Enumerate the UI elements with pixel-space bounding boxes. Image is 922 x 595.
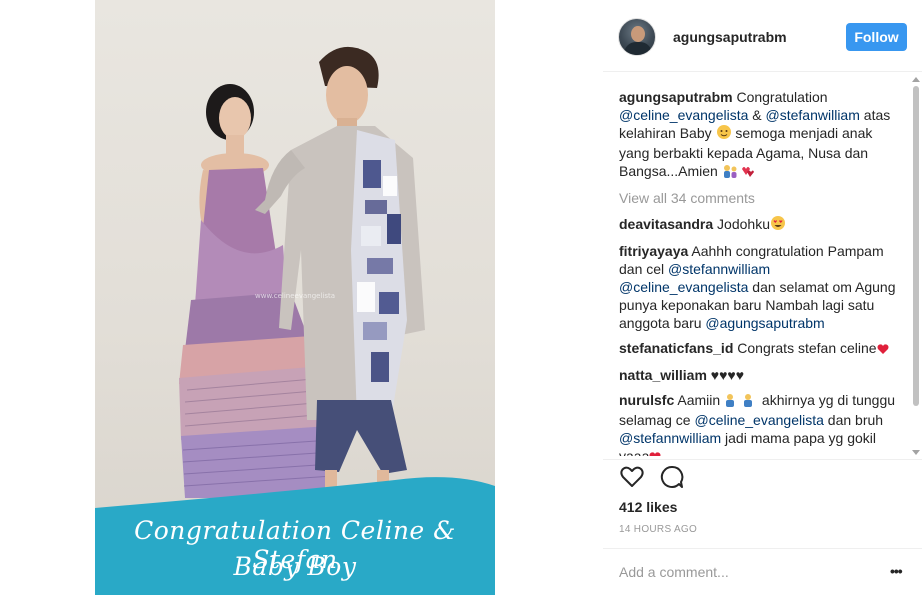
caption-username[interactable]: agungsaputrabm xyxy=(619,89,733,105)
baby-emoji-icon xyxy=(716,124,732,144)
heart-eyes-emoji-icon xyxy=(770,215,786,235)
comment-mention[interactable]: @stefannwilliam xyxy=(619,430,721,446)
comment-item: fitriyayaya Aahhh congratulation Pampam … xyxy=(619,242,904,332)
comment-item: stefanaticfans_id Congrats stefan celine xyxy=(619,339,904,359)
caption-text: & xyxy=(748,107,766,123)
scroll-down-arrow-icon[interactable] xyxy=(912,450,920,455)
comment-mention[interactable]: @agungsaputrabm xyxy=(705,315,824,331)
heart-emoji-icon xyxy=(877,341,889,359)
comment-text: Jodohku xyxy=(713,216,770,232)
family-emoji-icon xyxy=(722,164,754,182)
header-divider xyxy=(603,71,922,72)
avatar[interactable] xyxy=(618,18,656,56)
comment-item: deavitasandra Jodohku xyxy=(619,215,904,235)
avatar-body-shape xyxy=(624,42,652,55)
photo-watermark: www.celineevangelista xyxy=(255,292,336,300)
banner-subtitle: Baby Boy xyxy=(233,552,357,581)
caption-text: Congratulation xyxy=(732,89,828,105)
follow-button[interactable]: Follow xyxy=(846,23,907,51)
avatar-head-shape xyxy=(631,26,645,42)
post-header: agungsaputrabm Follow xyxy=(618,18,908,58)
comment-icon[interactable] xyxy=(659,464,685,490)
heart-icon[interactable] xyxy=(619,464,645,490)
post-actions xyxy=(619,464,699,492)
scroll-up-arrow-icon[interactable] xyxy=(912,77,920,82)
heart-emoji-icon xyxy=(649,449,661,456)
comment-username[interactable]: natta_william xyxy=(619,367,707,383)
more-options-icon[interactable]: ••• xyxy=(890,563,906,581)
comment-username[interactable]: stefanaticfans_id xyxy=(619,340,733,356)
caption-mention-stefan[interactable]: @stefanwilliam xyxy=(766,107,860,123)
caption-mention-celine[interactable]: @celine_evangelista xyxy=(619,107,748,123)
comment-mention[interactable]: @stefannwilliam xyxy=(668,261,770,277)
comment-item: natta_william ♥♥♥♥ xyxy=(619,366,904,384)
comment-username[interactable]: nurulsfc xyxy=(619,392,674,408)
comment-item: nurulsfc Aamiin akhirnya yg di tunggu se… xyxy=(619,391,904,456)
comments-scrollbar[interactable] xyxy=(910,72,922,460)
post-photo[interactable]: www.celineevangelista Congratulation Cel… xyxy=(95,0,495,595)
comments-divider xyxy=(603,459,922,460)
comment-username[interactable]: fitriyayaya xyxy=(619,243,688,259)
post-timestamp[interactable]: 14 HOURS AGO xyxy=(619,524,697,535)
congratulation-banner: Congratulation Celine & Stefan Baby Boy xyxy=(95,472,495,595)
comments-list[interactable]: agungsaputrabm Congratulation @celine_ev… xyxy=(619,88,904,456)
comment-text: dan bruh xyxy=(823,412,884,428)
view-all-comments-link[interactable]: View all 34 comments xyxy=(619,189,904,207)
comment-text: Aamiin xyxy=(674,392,725,408)
comment-mention[interactable]: @celine_evangelista xyxy=(694,412,823,428)
comment-username[interactable]: deavitasandra xyxy=(619,216,713,232)
add-comment-input[interactable] xyxy=(619,563,879,581)
caption: agungsaputrabm Congratulation @celine_ev… xyxy=(619,88,904,182)
scrollbar-thumb[interactable] xyxy=(913,86,919,406)
comment-text: Congrats stefan celine xyxy=(733,340,877,356)
comment-mention[interactable]: @celine_evangelista xyxy=(619,279,748,295)
comment-text: ♥♥♥♥ xyxy=(706,367,745,383)
header-username[interactable]: agungsaputrabm xyxy=(673,29,787,45)
couple-emoji-icon xyxy=(724,393,758,411)
add-comment-divider xyxy=(603,548,922,549)
likes-count[interactable]: 412 likes xyxy=(619,499,677,515)
